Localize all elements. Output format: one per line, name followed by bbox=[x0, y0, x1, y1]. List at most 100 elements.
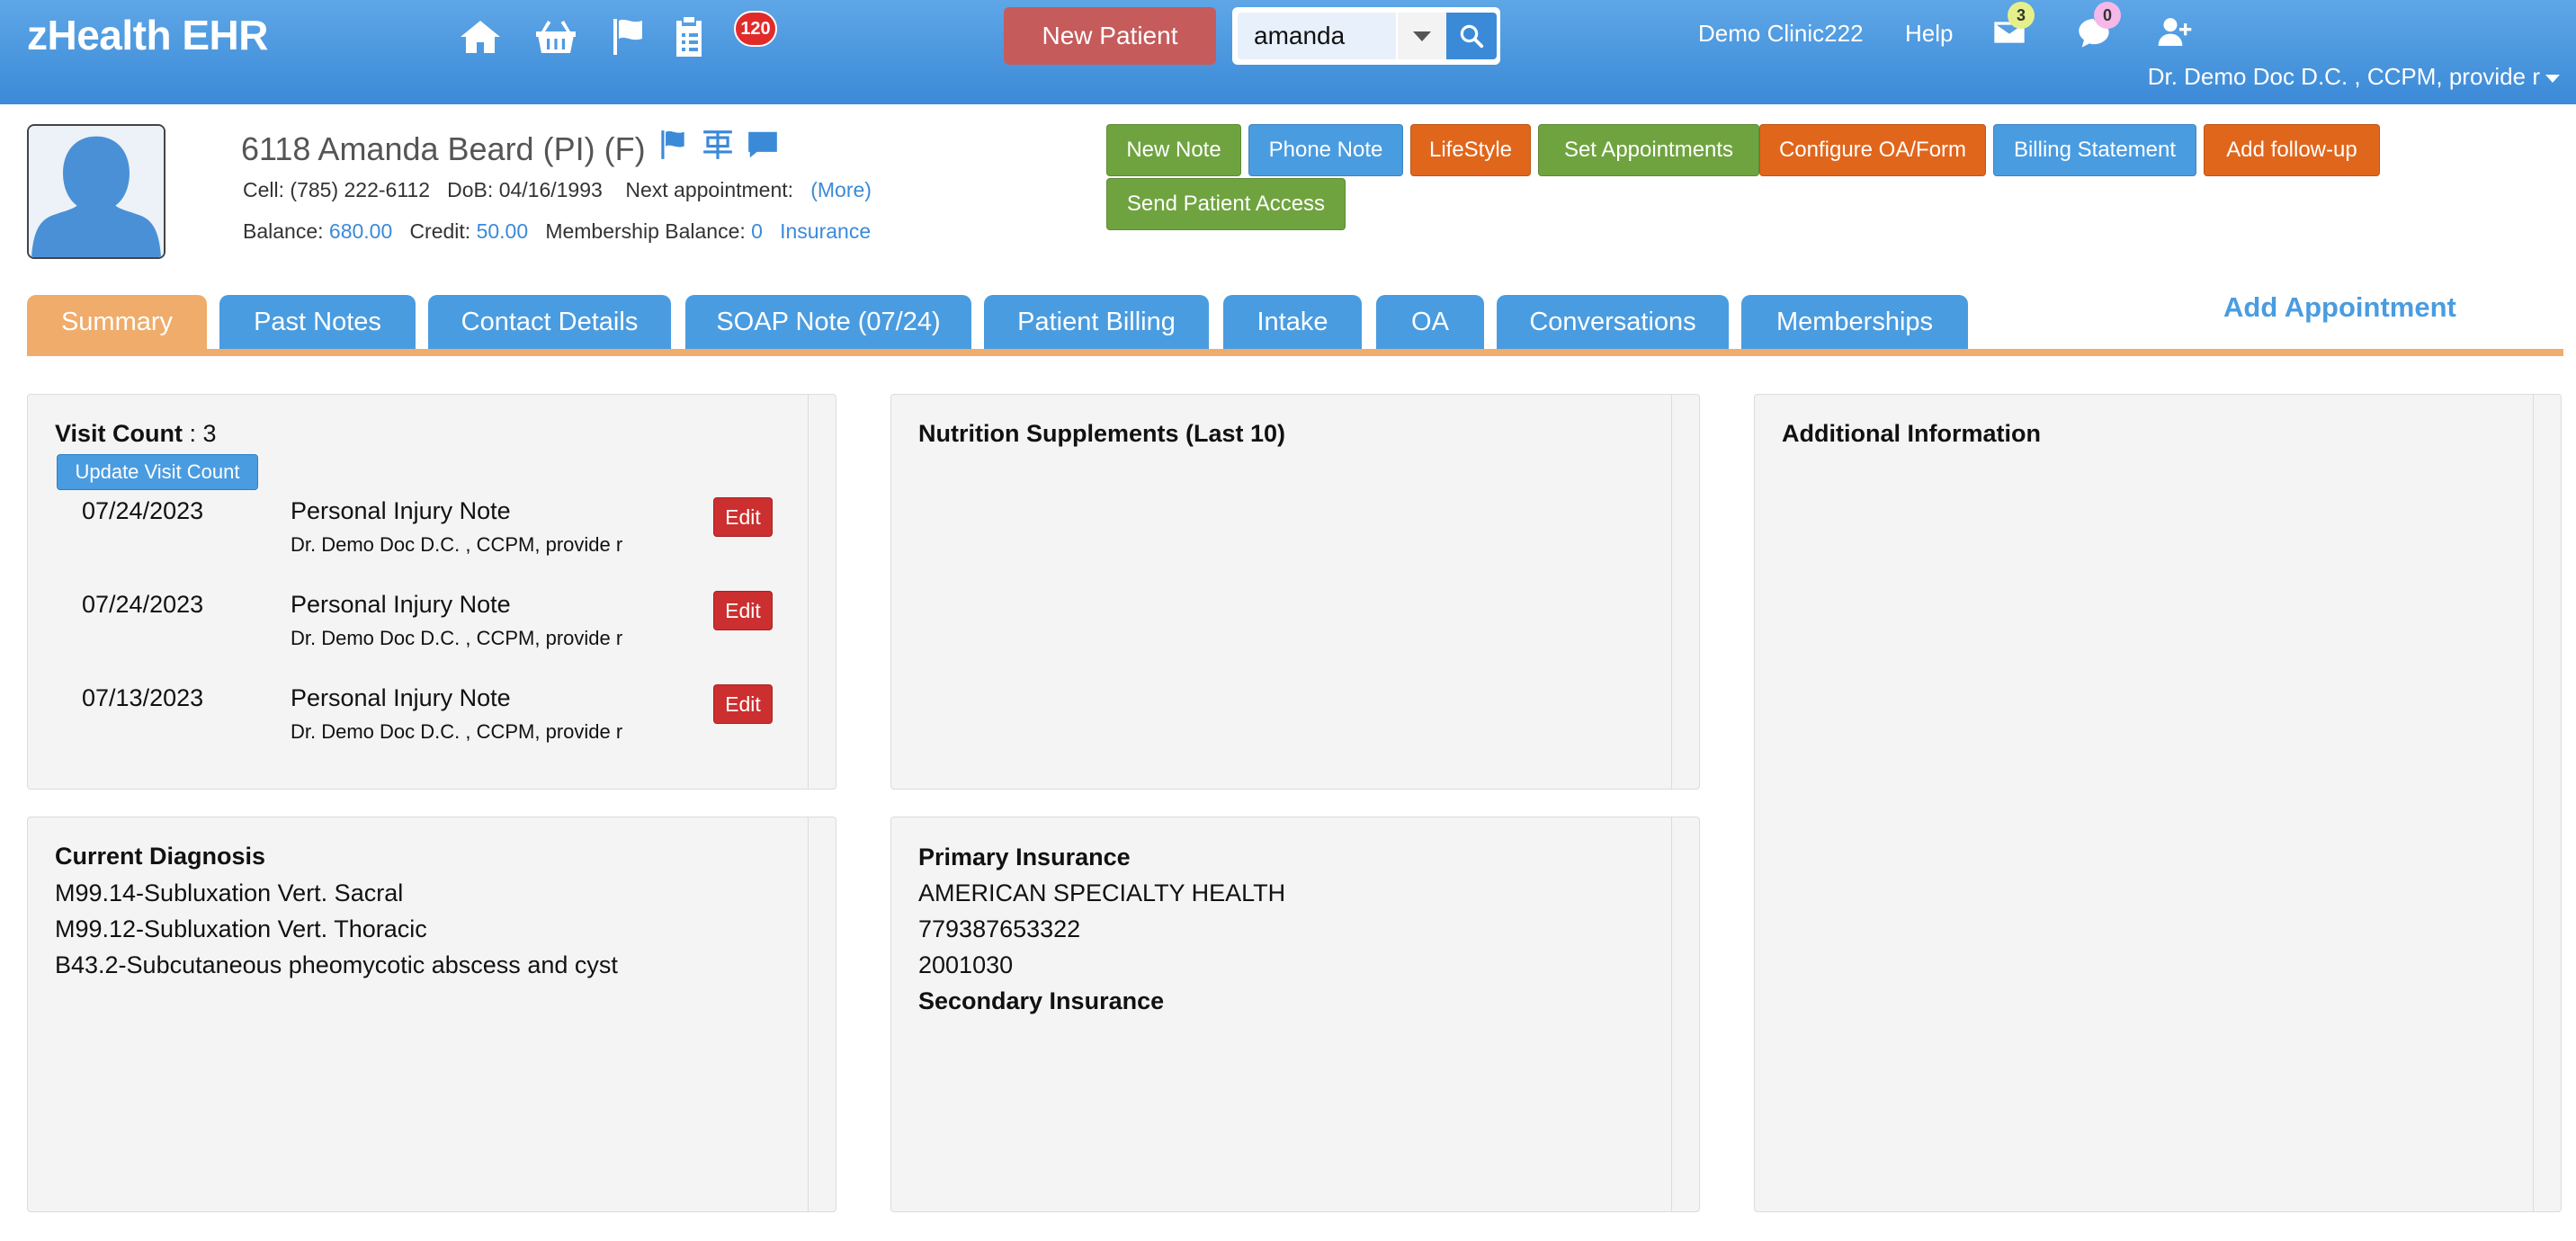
secondary-insurance-title: Secondary Insurance bbox=[918, 987, 1165, 1014]
add-follow-up-button[interactable]: Add follow-up bbox=[2204, 124, 2380, 176]
user-name: Dr. Demo Doc D.C. , CCPM, provide r bbox=[2147, 63, 2540, 90]
tab-patient-billing[interactable]: Patient Billing bbox=[984, 295, 1209, 349]
home-icon[interactable] bbox=[455, 14, 505, 59]
dob-value: 04/16/1993 bbox=[498, 178, 603, 201]
primary-insurance-name: AMERICAN SPECIALTY HEALTH bbox=[918, 879, 1286, 906]
cell-value: (785) 222-6112 bbox=[290, 178, 430, 201]
comment-icon[interactable] bbox=[745, 128, 781, 170]
patient-name: 6118 Amanda Beard bbox=[241, 129, 534, 167]
tab-soap-note[interactable]: SOAP Note (07/24) bbox=[685, 295, 971, 349]
help-link[interactable]: Help bbox=[1905, 20, 1953, 48]
visit-doctor: Dr. Demo Doc D.C. , CCPM, provide r bbox=[291, 720, 623, 743]
tab-oa[interactable]: OA bbox=[1376, 295, 1484, 349]
diagnosis-item: M99.14-Subluxation Vert. Sacral bbox=[55, 879, 404, 906]
chevron-down-icon[interactable] bbox=[1398, 13, 1446, 59]
notification-count-badge[interactable]: 120 bbox=[734, 11, 777, 47]
panel-divider bbox=[2533, 395, 2534, 1211]
visit-row: 07/24/2023 Personal Injury Note Dr. Demo… bbox=[82, 591, 783, 663]
chinese-character-icon[interactable] bbox=[700, 128, 736, 170]
caret-down-icon bbox=[2545, 75, 2560, 83]
visit-date: 07/24/2023 bbox=[82, 497, 204, 524]
visit-title[interactable]: Personal Injury Note bbox=[291, 591, 511, 619]
add-appointment-link[interactable]: Add Appointment bbox=[2223, 291, 2456, 324]
visit-date: 07/24/2023 bbox=[82, 591, 204, 618]
patient-contact-line: Cell: (785) 222-6112 DoB: 04/16/1993 Nex… bbox=[243, 178, 872, 202]
patient-balance-line: Balance: 680.00 Credit: 50.00 Membership… bbox=[243, 219, 871, 244]
visit-count: Visit Count : 3 bbox=[55, 420, 217, 447]
primary-insurance-title: Primary Insurance bbox=[918, 844, 1131, 870]
balance-label: Balance: bbox=[243, 219, 324, 243]
membership-value[interactable]: 0 bbox=[751, 219, 763, 243]
billing-statement-button[interactable]: Billing Statement bbox=[1993, 124, 2196, 176]
additional-info-title: Additional Information bbox=[1782, 420, 2041, 447]
user-menu[interactable]: Dr. Demo Doc D.C. , CCPM, provide r bbox=[2148, 63, 2560, 91]
flag-icon[interactable] bbox=[603, 14, 653, 59]
search-icon bbox=[1460, 24, 1484, 49]
insurance-panel: Primary Insurance AMERICAN SPECIALTY HEA… bbox=[890, 817, 1700, 1212]
tab-memberships[interactable]: Memberships bbox=[1741, 295, 1968, 349]
credit-label: Credit: bbox=[409, 219, 471, 243]
tab-contact-details[interactable]: Contact Details bbox=[428, 295, 671, 349]
patient-avatar[interactable] bbox=[27, 124, 165, 259]
add-user-icon[interactable] bbox=[2157, 14, 2195, 52]
next-appointment-label: Next appointment: bbox=[625, 178, 794, 201]
patient-name-row: 6118 Amanda Beard (PI) (F) bbox=[241, 128, 781, 170]
person-silhouette-icon bbox=[29, 126, 164, 257]
diagnosis-item: M99.12-Subluxation Vert. Thoracic bbox=[55, 915, 427, 942]
additional-info-panel: Additional Information bbox=[1754, 394, 2562, 1212]
more-link[interactable]: (More) bbox=[810, 178, 872, 201]
balance-value[interactable]: 680.00 bbox=[329, 219, 392, 243]
clinic-link[interactable]: Demo Clinic222 bbox=[1698, 20, 1864, 48]
lifestyle-button[interactable]: LifeStyle bbox=[1410, 124, 1531, 176]
membership-label: Membership Balance: bbox=[545, 219, 746, 243]
visit-title[interactable]: Personal Injury Note bbox=[291, 497, 511, 525]
diagnosis-title: Current Diagnosis bbox=[55, 843, 266, 870]
edit-visit-button[interactable]: Edit bbox=[713, 497, 773, 537]
visit-title[interactable]: Personal Injury Note bbox=[291, 684, 511, 712]
clipboard-icon[interactable] bbox=[664, 14, 714, 59]
visit-count-label: Visit Count bbox=[55, 420, 183, 447]
tab-intake[interactable]: Intake bbox=[1223, 295, 1362, 349]
patient-search-input[interactable] bbox=[1238, 13, 1396, 59]
credit-value[interactable]: 50.00 bbox=[477, 219, 529, 243]
phone-note-button[interactable]: Phone Note bbox=[1248, 124, 1403, 176]
app-logo[interactable]: zHealth EHR bbox=[27, 11, 268, 59]
nutrition-title: Nutrition Supplements (Last 10) bbox=[918, 420, 1286, 447]
patient-tags: (PI) (F) bbox=[542, 129, 646, 167]
tab-past-notes[interactable]: Past Notes bbox=[219, 295, 416, 349]
send-patient-access-button[interactable]: Send Patient Access bbox=[1106, 178, 1346, 230]
visit-date: 07/13/2023 bbox=[82, 684, 204, 711]
insurance-list: Primary Insurance AMERICAN SPECIALTY HEA… bbox=[918, 839, 1285, 1019]
edit-visit-button[interactable]: Edit bbox=[713, 684, 773, 724]
basket-icon[interactable] bbox=[531, 14, 581, 59]
visits-panel: Visit Count : 3 Update Visit Count 07/24… bbox=[27, 394, 836, 790]
patient-search bbox=[1232, 7, 1500, 65]
flag-icon[interactable] bbox=[655, 128, 691, 170]
diagnosis-list: M99.14-Subluxation Vert. Sacral M99.12-S… bbox=[55, 875, 618, 983]
visit-row: 07/13/2023 Personal Injury Note Dr. Demo… bbox=[82, 684, 783, 756]
edit-visit-button[interactable]: Edit bbox=[713, 591, 773, 630]
new-note-button[interactable]: New Note bbox=[1106, 124, 1241, 176]
visit-doctor: Dr. Demo Doc D.C. , CCPM, provide r bbox=[291, 533, 623, 556]
visit-doctor: Dr. Demo Doc D.C. , CCPM, provide r bbox=[291, 627, 623, 649]
diagnosis-item: B43.2-Subcutaneous pheomycotic abscess a… bbox=[55, 951, 618, 978]
dob-label: DoB: bbox=[447, 178, 494, 201]
diagnosis-panel: Current Diagnosis M99.14-Subluxation Ver… bbox=[27, 817, 836, 1212]
insurance-link[interactable]: Insurance bbox=[780, 219, 871, 243]
configure-oa-form-button[interactable]: Configure OA/Form bbox=[1759, 124, 1986, 176]
search-button[interactable] bbox=[1446, 13, 1497, 59]
update-visit-count-button[interactable]: Update Visit Count bbox=[57, 454, 258, 490]
set-appointments-button[interactable]: Set Appointments bbox=[1538, 124, 1759, 176]
chat-count-badge: 0 bbox=[2094, 2, 2121, 29]
visit-count-value: 3 bbox=[202, 420, 217, 447]
panel-divider bbox=[808, 395, 809, 789]
nutrition-panel: Nutrition Supplements (Last 10) bbox=[890, 394, 1700, 790]
panel-divider bbox=[808, 817, 809, 1211]
visit-row: 07/24/2023 Personal Injury Note Dr. Demo… bbox=[82, 497, 783, 569]
tab-summary[interactable]: Summary bbox=[27, 295, 207, 349]
panel-divider bbox=[1671, 817, 1672, 1211]
new-patient-button[interactable]: New Patient bbox=[1004, 7, 1216, 65]
tab-conversations[interactable]: Conversations bbox=[1497, 295, 1729, 349]
panel-divider bbox=[1671, 395, 1672, 789]
mail-count-badge: 3 bbox=[2008, 2, 2035, 29]
